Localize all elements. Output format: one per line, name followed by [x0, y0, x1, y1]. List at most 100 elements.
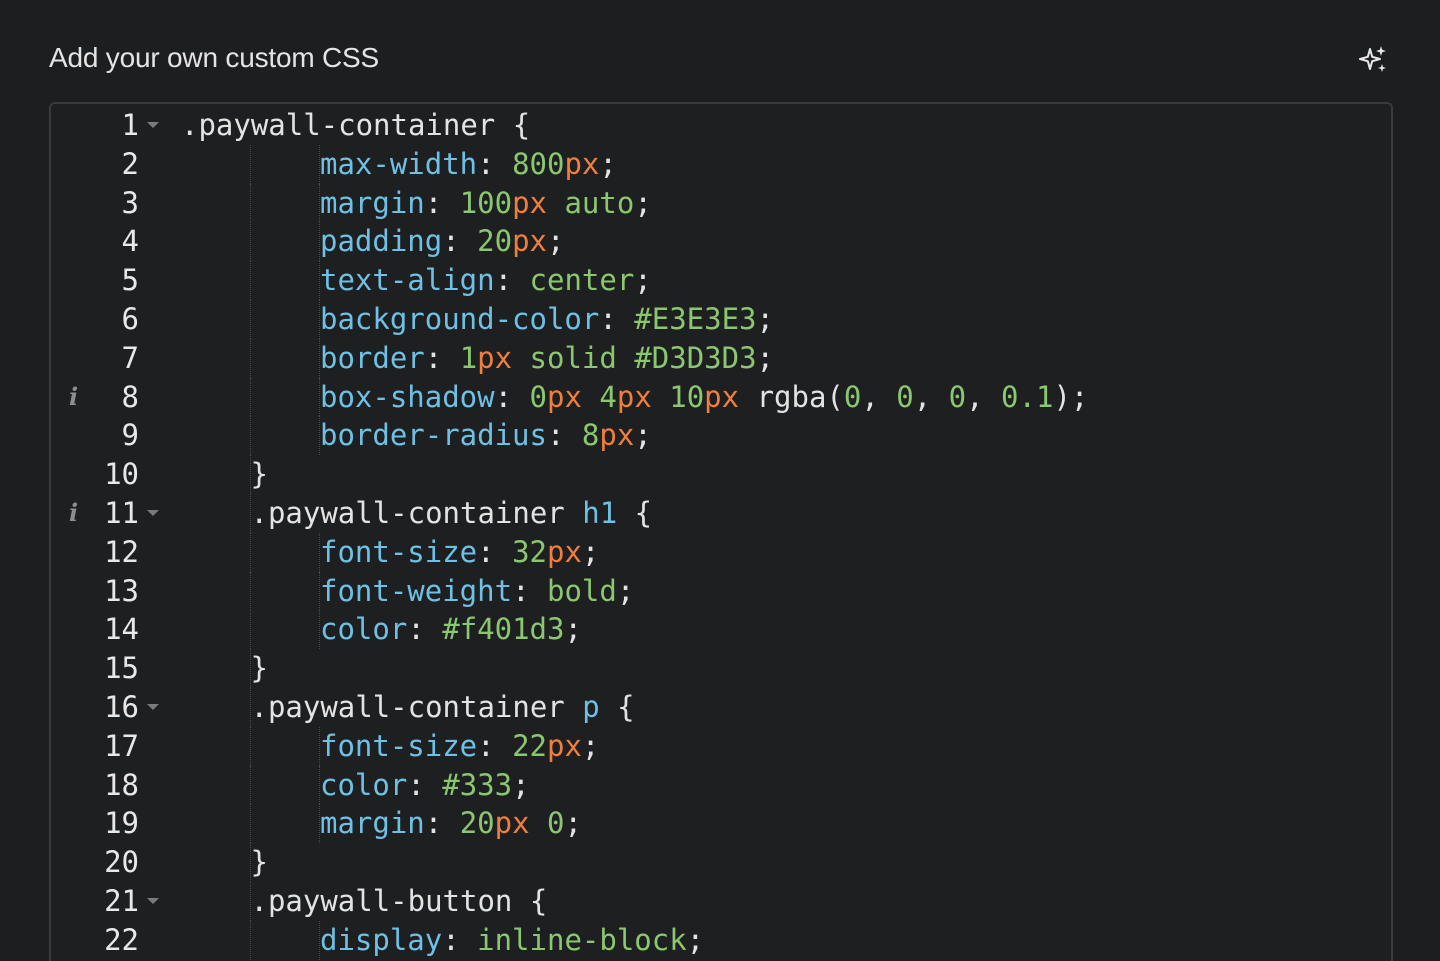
- token-val: 0: [948, 379, 967, 414]
- indent-guide: [319, 183, 320, 223]
- token-punc: [617, 341, 634, 375]
- code-line-content: .paywall-container h1 {: [251, 494, 653, 532]
- gutter-line: 5: [51, 261, 171, 299]
- token-punc: {: [599, 690, 635, 724]
- line-number: 10: [104, 457, 139, 492]
- token-fn: rgba(: [756, 379, 844, 414]
- code-line[interactable]: }: [181, 843, 1391, 882]
- code-line[interactable]: .paywall-container p {: [181, 688, 1391, 727]
- token-val: 800: [512, 146, 565, 181]
- code-line[interactable]: color: #333;: [181, 765, 1391, 805]
- code-line[interactable]: .paywall-button {: [181, 882, 1391, 921]
- token-val: 32: [512, 534, 547, 569]
- token-val: 100: [459, 185, 513, 220]
- info-annotation-icon[interactable]: i: [69, 378, 78, 416]
- code-line-content: }: [251, 455, 268, 493]
- ai-assist-button[interactable]: [1356, 42, 1392, 78]
- token-val: 1: [459, 340, 478, 375]
- code-line-content: text-align: center;: [320, 261, 652, 299]
- code-line[interactable]: color: #f401d3;: [181, 610, 1391, 650]
- code-line-content: font-size: 22px;: [320, 727, 599, 765]
- token-val: 0: [547, 806, 565, 841]
- token-punc: :: [512, 573, 547, 608]
- indent-guide: [249, 416, 251, 456]
- token-prop: display: [320, 922, 443, 957]
- indent-guide: [249, 377, 251, 417]
- gutter-line: 17: [51, 727, 171, 765]
- gutter-line: 12: [51, 533, 171, 571]
- indent-guide: [319, 920, 320, 960]
- fold-toggle-icon[interactable]: [147, 704, 159, 710]
- token-punc: );: [1053, 379, 1089, 414]
- gutter-line: 16: [51, 688, 171, 726]
- code-line[interactable]: .paywall-container h1 {: [181, 494, 1391, 533]
- token-val: 20: [477, 224, 513, 259]
- code-line[interactable]: box-shadow: 0px 4px 10px rgba(0, 0, 0, 0…: [181, 377, 1391, 417]
- css-code-editor[interactable]: 1 2 3 4 5 6 7 8 i 9 10 11 i 12 13 14 15 16 17 18 19 20 21 22 .p…: [49, 102, 1393, 961]
- token-unit: px: [512, 185, 547, 220]
- code-line[interactable]: }: [181, 455, 1391, 494]
- code-line[interactable]: border-radius: 8px;: [181, 416, 1391, 456]
- token-unit: px: [704, 379, 740, 414]
- indent-guide: [249, 532, 251, 572]
- token-punc: [530, 806, 547, 840]
- code-line[interactable]: }: [181, 649, 1391, 688]
- code-line[interactable]: font-size: 22px;: [181, 726, 1391, 766]
- code-line[interactable]: .paywall-container {: [181, 106, 1391, 144]
- code-line[interactable]: background-color: #E3E3E3;: [181, 300, 1391, 339]
- token-punc: ;: [756, 340, 775, 375]
- token-unit: px: [564, 146, 600, 181]
- gutter-line: 1: [51, 106, 171, 144]
- token-punc: ,: [966, 379, 1002, 414]
- indent-guide: [249, 726, 251, 766]
- gutter-line: 22: [51, 921, 171, 959]
- gutter-line: 13: [51, 572, 171, 610]
- code-line[interactable]: font-size: 32px;: [181, 532, 1391, 572]
- token-val: inline-block: [477, 922, 687, 957]
- token-punc: :: [477, 146, 513, 181]
- indent-guide: [249, 688, 251, 727]
- fold-toggle-icon[interactable]: [147, 898, 159, 904]
- indent-guide: [249, 144, 251, 184]
- code-line[interactable]: padding: 20px;: [181, 222, 1391, 262]
- token-prop: margin: [320, 806, 425, 841]
- token-punc: ;: [634, 263, 652, 298]
- token-unit: px: [599, 418, 635, 453]
- code-line[interactable]: max-width: 800px;: [181, 144, 1391, 184]
- gutter-line: 19: [51, 804, 171, 842]
- token-punc: ;: [564, 806, 582, 841]
- fold-toggle-icon[interactable]: [147, 510, 159, 516]
- code-line[interactable]: border: 1px solid #D3D3D3;: [181, 338, 1391, 378]
- token-prop: max-width: [320, 146, 478, 181]
- code-line[interactable]: text-align: center;: [181, 261, 1391, 300]
- token-val: 22: [512, 728, 547, 763]
- token-val: 10: [669, 379, 705, 414]
- indent-guide: [319, 377, 320, 417]
- code-line-content: color: #333;: [320, 766, 530, 804]
- indent-guide: [249, 183, 251, 223]
- line-number: 4: [121, 224, 139, 259]
- line-number: 13: [104, 573, 139, 608]
- info-annotation-icon[interactable]: i: [69, 494, 78, 532]
- indent-guide: [319, 610, 320, 650]
- token-punc: ;: [581, 728, 600, 763]
- token-val: #E3E3E3: [634, 302, 757, 336]
- token-val: 4: [599, 379, 617, 414]
- code-line[interactable]: margin: 100px auto;: [181, 183, 1391, 223]
- indent-guide: [249, 222, 251, 262]
- token-punc: ;: [564, 612, 582, 647]
- line-number: 12: [104, 534, 139, 569]
- indent-guide: [249, 571, 251, 611]
- token-punc: [739, 380, 756, 414]
- code-line-content: font-weight: bold;: [320, 572, 634, 610]
- code-line[interactable]: font-weight: bold;: [181, 571, 1391, 611]
- code-line[interactable]: margin: 20px 0;: [181, 804, 1391, 844]
- code-line[interactable]: display: inline-block;: [181, 920, 1391, 960]
- indent-guide: [249, 882, 251, 921]
- indent-guide: [319, 338, 320, 378]
- code-area[interactable]: .paywall-container {max-width: 800px; mar…: [181, 104, 1391, 961]
- fold-toggle-icon[interactable]: [147, 122, 159, 128]
- code-line-content: border: 1px solid #D3D3D3;: [320, 339, 774, 377]
- gutter-line: 9: [51, 416, 171, 454]
- token-val: #f401d3: [442, 612, 565, 647]
